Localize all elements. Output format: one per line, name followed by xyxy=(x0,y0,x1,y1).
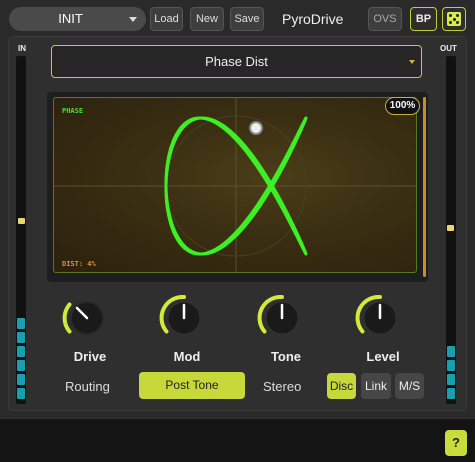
preset-select[interactable]: INIT xyxy=(9,7,146,31)
algorithm-value: Phase Dist xyxy=(205,54,268,69)
level-knob[interactable] xyxy=(354,292,406,344)
chevron-down-icon xyxy=(129,17,137,22)
load-button[interactable]: Load xyxy=(150,7,183,31)
drive-label: Drive xyxy=(73,349,107,364)
level-label: Level xyxy=(366,349,400,364)
plugin-title: PyroDrive xyxy=(282,11,344,27)
disc-button[interactable]: Disc xyxy=(327,373,356,399)
stereo-label: Stereo xyxy=(263,379,302,394)
help-button[interactable]: ? xyxy=(445,430,467,456)
mix-badge[interactable]: 100% xyxy=(385,97,420,115)
tone-label: Tone xyxy=(270,349,302,364)
new-button[interactable]: New xyxy=(190,7,224,31)
mod-knob[interactable] xyxy=(158,292,210,344)
ms-button[interactable]: M/S xyxy=(395,373,424,399)
dist-readout: DIST: 4% xyxy=(62,260,96,268)
input-meter-label: IN xyxy=(18,44,26,53)
bp-button[interactable]: BP xyxy=(410,7,437,31)
input-gain-handle[interactable] xyxy=(18,218,25,224)
dice-icon xyxy=(447,12,461,26)
output-gain-handle[interactable] xyxy=(447,225,454,231)
scope-display xyxy=(54,98,416,272)
chevron-down-icon xyxy=(409,60,415,64)
link-button[interactable]: Link xyxy=(361,373,391,399)
phase-scope: PHASE DIST: 4% xyxy=(53,97,417,273)
post-tone-button[interactable]: Post Tone xyxy=(139,372,245,399)
mod-label: Mod xyxy=(173,349,201,364)
scope-accent-bar xyxy=(423,97,426,277)
save-button[interactable]: Save xyxy=(230,7,264,31)
ovs-button[interactable]: OVS xyxy=(368,7,402,31)
plugin-window: INIT Load New Save PyroDrive OVS BP IN O… xyxy=(0,0,475,418)
phase-cursor[interactable] xyxy=(249,121,263,135)
preset-name: INIT xyxy=(58,11,83,26)
algorithm-select[interactable]: Phase Dist xyxy=(51,45,422,78)
randomize-button[interactable] xyxy=(442,7,466,31)
drive-knob[interactable] xyxy=(61,292,113,344)
tone-knob[interactable] xyxy=(256,292,308,344)
status-bar: ? xyxy=(0,418,475,462)
scope-title: PHASE xyxy=(62,107,84,115)
input-meter xyxy=(16,56,26,404)
routing-label: Routing xyxy=(65,379,110,394)
output-meter-label: OUT xyxy=(440,44,457,53)
